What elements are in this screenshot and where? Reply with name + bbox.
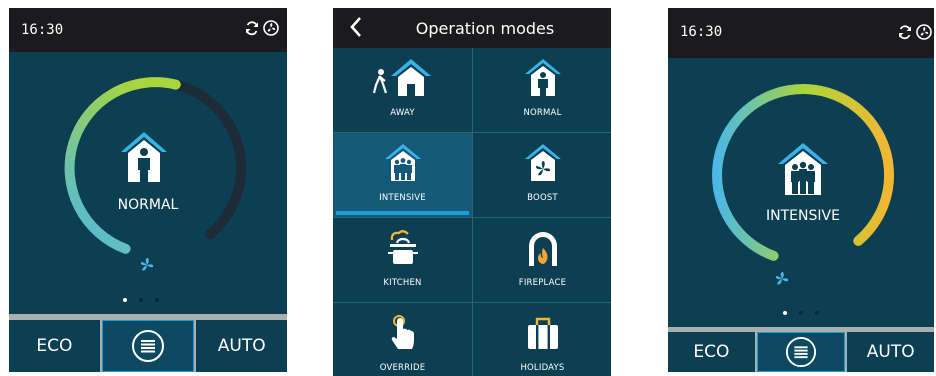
hand-pointer-icon [391,315,414,349]
eco-button[interactable]: ECO [9,320,100,372]
page-dot-3[interactable] [815,311,819,315]
mode-label: NORMAL [117,197,179,213]
page-dot-3[interactable] [155,298,159,302]
mode-tile-boost[interactable]: BOOST [473,133,611,217]
fireplace-icon [528,232,557,266]
menu-icon [132,330,164,362]
page-indicator[interactable] [783,311,819,315]
page-indicator[interactable] [123,298,159,302]
operation-modes-screen: Operation modes AWAY NORMAL INTENSIVE BO… [333,8,611,376]
menu-button[interactable] [756,332,846,372]
home-screen-intensive: 16:30 INTENSIVE ECO AUTO [668,8,934,372]
house-person-icon [121,132,167,182]
modes-grid: AWAY NORMAL INTENSIVE BOOST KITCHEN FIRE… [333,48,611,376]
mode-label-away: AWAY [390,108,415,118]
menu-button[interactable] [101,320,195,372]
page-dot-2[interactable] [139,298,143,302]
fan-icon [140,258,154,271]
suitcase-icon [527,317,558,349]
mode-label-boost: BOOST [527,193,558,203]
mode-tile-holidays[interactable]: HOLIDAYS [473,303,611,376]
mode-label-holidays: HOLIDAYS [520,363,565,373]
mode-tile-fireplace[interactable]: FIREPLACE [473,218,611,302]
page-dot-2[interactable] [799,311,803,315]
home-screen-normal: 16:30 NORMAL ECO AUTO [9,8,287,372]
mode-tile-kitchen[interactable]: KITCHEN [333,218,472,302]
eco-button[interactable]: ECO [668,332,755,372]
header-bar: Operation modes [333,8,611,48]
page-dot-1[interactable] [123,298,127,302]
away-icon [372,59,431,96]
bottom-bar: ECO AUTO [9,314,287,372]
auto-button[interactable]: AUTO [196,320,287,372]
mode-tile-normal[interactable]: NORMAL [473,48,611,132]
page-title: Operation modes [415,19,555,38]
house-fan-icon [524,144,561,181]
mode-label-intensive: INTENSIVE [379,193,426,203]
bottom-bar: ECO AUTO [668,327,934,372]
selected-indicator [336,211,469,215]
house-person-icon [524,59,561,96]
mode-label: INTENSIVE [766,208,840,224]
auto-button[interactable]: AUTO [847,332,934,372]
mode-tile-away[interactable]: AWAY [333,48,472,132]
mode-label-override: OVERRIDE [379,363,426,373]
mode-label-normal: NORMAL [523,108,562,118]
cooking-pot-icon [387,230,418,264]
mode-label-kitchen: KITCHEN [383,278,422,288]
house-group-icon [384,144,421,181]
page-dot-1[interactable] [783,311,787,315]
mode-tile-intensive[interactable]: INTENSIVE [333,133,472,217]
mode-label-fireplace: FIREPLACE [518,278,567,288]
menu-icon [785,336,817,368]
fan-icon [775,272,789,285]
mode-tile-override[interactable]: OVERRIDE [333,303,472,376]
house-group-icon [778,143,828,195]
